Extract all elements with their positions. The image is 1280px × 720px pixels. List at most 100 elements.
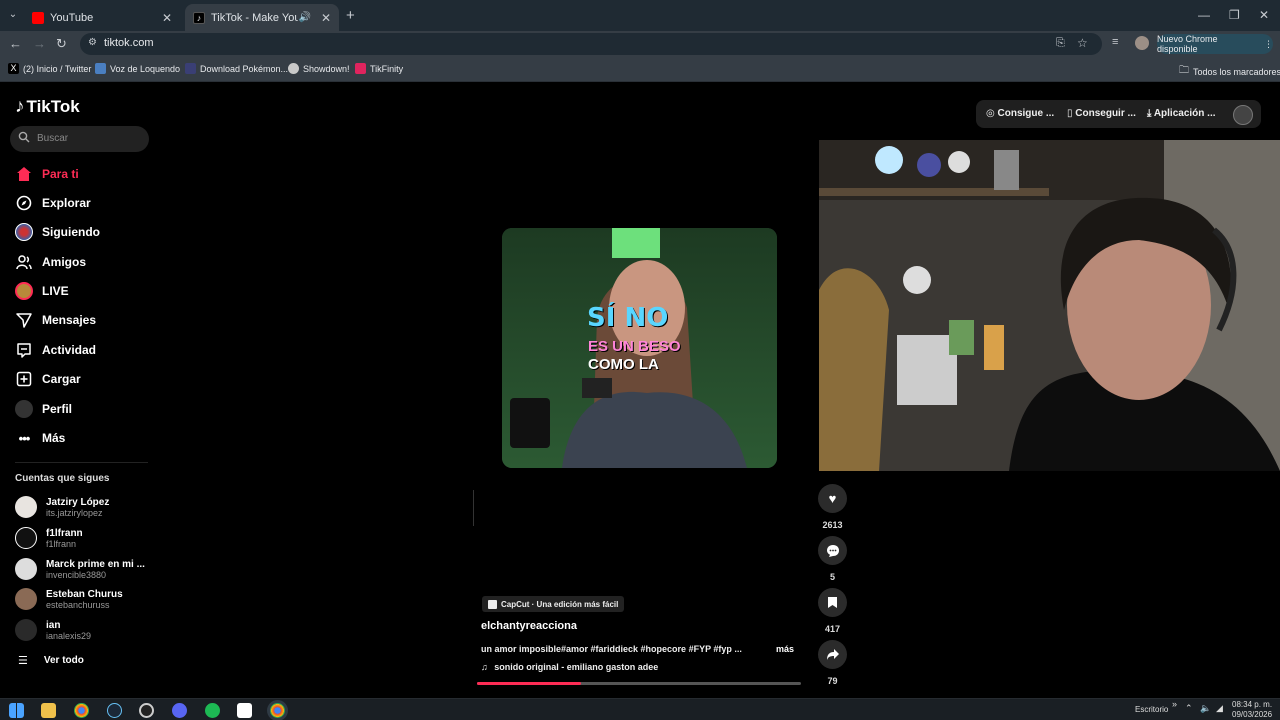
spotify-icon[interactable] <box>205 703 220 718</box>
bookmark-label: Download Pokémon... <box>200 63 289 74</box>
new-tab-button[interactable]: + <box>346 7 355 24</box>
avatar <box>15 496 37 518</box>
user-avatar[interactable] <box>1233 105 1253 125</box>
share-count: 79 <box>827 676 838 686</box>
minimize-icon[interactable]: — <box>1198 8 1210 22</box>
search-icon <box>18 131 30 146</box>
tab-youtube[interactable]: YouTube ✕ <box>24 4 180 31</box>
obs-icon[interactable] <box>139 703 154 718</box>
profile-avatar[interactable] <box>1135 36 1149 50</box>
update-chrome-button[interactable]: Nuevo Chrome disponible ⋮ <box>1157 34 1273 54</box>
pill-label: Aplicación ... <box>1153 108 1216 119</box>
tray-up-icon[interactable]: ⌃ <box>1185 703 1193 714</box>
share-button[interactable]: 79 <box>818 640 847 686</box>
comment-button[interactable]: 5 <box>818 536 847 582</box>
seek-marker <box>473 490 474 526</box>
url-text[interactable]: tiktok.com <box>104 37 154 49</box>
showdown-icon <box>288 63 299 74</box>
video-progress[interactable] <box>477 682 801 685</box>
install-icon[interactable]: ⎘ <box>1056 37 1065 50</box>
caption-line-2: ES UN BESO <box>588 338 681 355</box>
star-icon[interactable]: ☆ <box>1077 36 1088 50</box>
see-all-link[interactable]: ☰ Ver todo <box>18 654 84 667</box>
nav-live[interactable]: LIVE <box>15 282 69 300</box>
nav-siguiendo[interactable]: Siguiendo <box>15 223 100 241</box>
capcut-app-icon[interactable] <box>237 703 252 718</box>
update-label: Nuevo Chrome disponible <box>1157 34 1218 54</box>
like-button[interactable]: ♥ 2613 <box>818 484 847 530</box>
nav-para-ti[interactable]: Para ti <box>15 165 79 183</box>
chrome-active-icon[interactable] <box>270 703 285 718</box>
close-tab-icon[interactable]: ✕ <box>321 11 331 25</box>
reload-icon[interactable]: ↻ <box>56 36 67 52</box>
volume-icon[interactable]: 🔈 <box>1200 703 1211 714</box>
tab-tiktok[interactable]: ♪ TikTok - Make Your Day 🔊 ✕ <box>185 4 339 31</box>
tikfinity-icon <box>355 63 366 74</box>
video-player[interactable]: SÍ NO ES UN BESO COMO LA <box>502 228 777 468</box>
network-icon[interactable]: ◢ <box>1216 703 1223 714</box>
toolbar: ← → ↻ ⚙ tiktok.com ⎘ ☆ ≡ Nuevo Chrome di… <box>0 31 1280 57</box>
nav-mas[interactable]: ••• Más <box>15 429 66 447</box>
pill-label: Consigue ... <box>997 108 1055 119</box>
chrome-icon[interactable] <box>74 703 89 718</box>
nav-perfil[interactable]: Perfil <box>15 400 72 418</box>
compass-icon <box>15 194 33 212</box>
get-coins-button[interactable]: ◎ Consigue ... <box>986 108 1054 119</box>
clock[interactable]: 08:34 p. m. 09/03/2026 <box>1232 700 1272 720</box>
site-info-icon[interactable]: ⚙ <box>88 37 97 48</box>
download-app-button[interactable]: ⤓ Aplicación ... <box>1147 108 1216 119</box>
chevron-icon[interactable]: » <box>1172 699 1177 709</box>
all-bookmarks[interactable]: 🗀 Todos los marcadores <box>1179 63 1280 80</box>
tab-title: TikTok - Make Your Day <box>211 11 299 24</box>
nav-explorar[interactable]: Explorar <box>15 194 91 212</box>
tab-search-icon[interactable]: ⌄ <box>6 8 20 22</box>
nav-label: Explorar <box>42 196 91 210</box>
address-bar[interactable]: ⚙ tiktok.com ⎘ ☆ <box>80 33 1102 55</box>
loquendo-icon <box>95 63 106 74</box>
account-item[interactable]: f1lfrann f1lfrann <box>15 527 83 549</box>
account-item[interactable]: Jatziry López its.jatzirylopez <box>15 496 109 518</box>
bookmark-loquendo[interactable]: Voz de Loquendo <box>95 63 180 74</box>
nav-actividad[interactable]: Actividad <box>15 341 96 359</box>
bookmark-twitter[interactable]: X (2) Inicio / Twitter <box>8 63 91 74</box>
avatar <box>15 588 37 610</box>
get-app-button[interactable]: ▯ Conseguir ... <box>1067 108 1136 119</box>
nav-amigos[interactable]: Amigos <box>15 253 86 271</box>
video-sound[interactable]: ♫ sonido original - emiliano gaston adee <box>481 662 658 672</box>
brand-name: TikTok <box>26 97 80 116</box>
close-window-icon[interactable]: ✕ <box>1259 8 1269 22</box>
account-item[interactable]: Esteban Churus estebanchuruss <box>15 588 123 610</box>
search-input[interactable]: Buscar <box>10 126 149 152</box>
sidebar-divider <box>15 462 148 463</box>
file-explorer-icon[interactable] <box>41 703 56 718</box>
sound-label: sonido original - emiliano gaston adee <box>494 662 659 672</box>
media-icon[interactable]: ≡ <box>1112 36 1118 48</box>
bookmark-showdown[interactable]: Showdown! <box>288 63 350 74</box>
close-tab-icon[interactable]: ✕ <box>162 11 172 25</box>
kebab-menu-icon[interactable]: ⋮ <box>1264 39 1273 50</box>
pokemon-icon <box>185 63 196 74</box>
account-item[interactable]: Marck prime en mi ... invencible3880 <box>15 558 145 580</box>
account-item[interactable]: ian ianalexis29 <box>15 619 91 641</box>
video-author[interactable]: elchantyreacciona <box>481 620 577 632</box>
desktop-label[interactable]: Escritorio <box>1135 705 1168 714</box>
x-icon: X <box>8 63 19 74</box>
nav-label: LIVE <box>42 284 69 298</box>
avatar <box>15 527 37 549</box>
discord-icon[interactable] <box>172 703 187 718</box>
steam-icon[interactable] <box>107 703 122 718</box>
more-link[interactable]: más <box>776 644 794 654</box>
bookmark-button[interactable]: 417 <box>818 588 847 634</box>
speaker-icon[interactable]: 🔊 <box>298 12 310 23</box>
bookmark-tikfinity[interactable]: TikFinity <box>355 63 403 74</box>
start-icon[interactable] <box>9 703 24 718</box>
capcut-badge[interactable]: CapCut · Una edición más fácil <box>482 596 625 612</box>
back-icon[interactable]: ← <box>9 36 22 51</box>
account-name: ian <box>46 619 61 631</box>
bookmark-pokemon[interactable]: Download Pokémon... <box>185 63 288 74</box>
forward-icon[interactable]: → <box>33 36 46 51</box>
restore-icon[interactable]: ❐ <box>1229 8 1240 22</box>
nav-cargar[interactable]: Cargar <box>15 370 81 388</box>
nav-mensajes[interactable]: Mensajes <box>15 311 96 329</box>
tiktok-logo[interactable]: ♪ TikTok <box>15 96 80 118</box>
